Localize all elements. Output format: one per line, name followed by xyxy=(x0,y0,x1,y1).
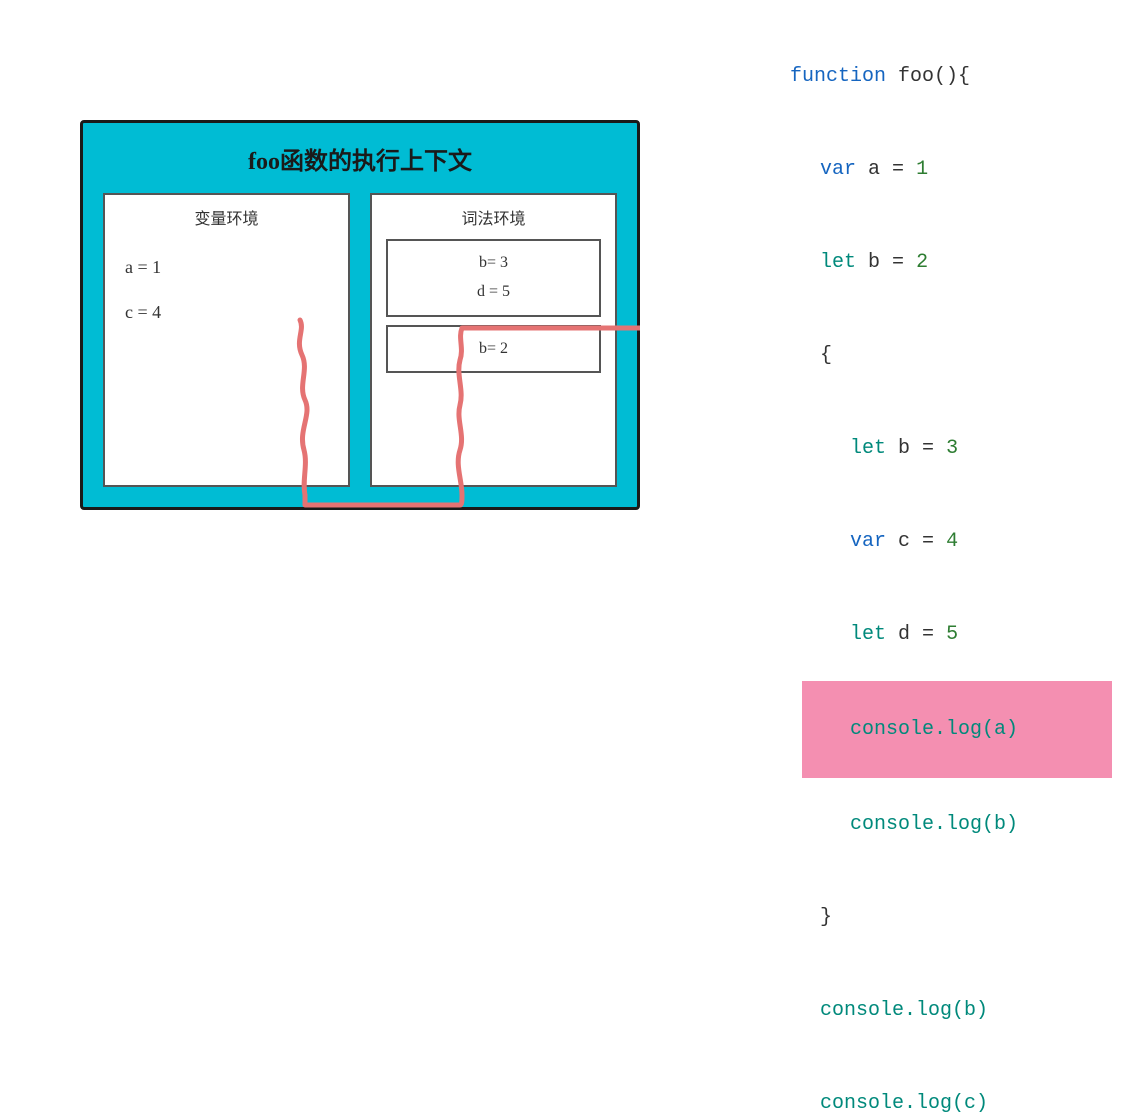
outer-execution-context-box: foo函数的执行上下文 变量环境 a = 1 c = 4 词法环境 b= 3 d… xyxy=(80,120,640,510)
code-line3-num: 2 xyxy=(904,251,928,274)
code-line5-eq: = xyxy=(910,437,934,460)
code-line6-num: 4 xyxy=(934,530,958,553)
lex-b2: b= 2 xyxy=(400,335,587,364)
kw-var2: var xyxy=(850,530,886,553)
lex-d5: d = 5 xyxy=(400,278,587,307)
code-line-11: console.log(b) xyxy=(772,964,1112,1057)
outer-title: foo函数的执行上下文 xyxy=(83,141,637,176)
code-line2-eq: = xyxy=(880,158,904,181)
code-line7-eq: = xyxy=(910,623,934,646)
code-line9-text: console.log(b) xyxy=(850,813,1018,836)
lex-env-label: 词法环境 xyxy=(382,205,605,229)
var-c: c = 4 xyxy=(125,290,161,335)
code-line12-text: console.log(c) xyxy=(820,1092,988,1114)
code-line-8-highlighted: console.log(a) xyxy=(802,681,1112,778)
code-line-9: console.log(b) xyxy=(802,778,1112,871)
var-content: a = 1 c = 4 xyxy=(125,245,161,335)
var-env-label: 变量环境 xyxy=(115,205,338,229)
var-a: a = 1 xyxy=(125,245,161,290)
code-line5-num: 3 xyxy=(934,437,958,460)
kw-let3: let xyxy=(850,623,886,646)
code-line-4: { xyxy=(772,309,1112,402)
code-line11-text: console.log(b) xyxy=(820,999,988,1022)
code-line5-var: b xyxy=(886,437,910,460)
var-env-panel: 变量环境 a = 1 c = 4 xyxy=(103,193,350,487)
code-line-12: console.log(c) xyxy=(772,1057,1112,1114)
code-line6-var: c xyxy=(886,530,910,553)
code-line3-var: b xyxy=(856,251,880,274)
code-line-6: var c = 4 xyxy=(802,495,1112,588)
kw-function: function xyxy=(790,65,886,88)
lex-env-panel: 词法环境 b= 3 d = 5 b= 2 xyxy=(370,193,617,487)
code-line6-eq: = xyxy=(910,530,934,553)
kw-let2: let xyxy=(850,437,886,460)
code-line2-var: a xyxy=(856,158,880,181)
code-line8-text: console.log(a) xyxy=(850,718,1018,741)
code-line-2: var a = 1 xyxy=(772,123,1112,216)
code-line-7: let d = 5 xyxy=(802,588,1112,681)
code-line-5: let b = 3 xyxy=(802,402,1112,495)
code-line7-var: d xyxy=(886,623,910,646)
kw-var: var xyxy=(820,158,856,181)
kw-let1: let xyxy=(820,251,856,274)
lex-b3: b= 3 xyxy=(400,249,587,278)
diagram-area: foo函数的执行上下文 变量环境 a = 1 c = 4 词法环境 b= 3 d… xyxy=(80,120,640,510)
code-line3-eq: = xyxy=(880,251,904,274)
code-line-10: } xyxy=(772,871,1112,964)
open-brace: { xyxy=(820,344,832,367)
code-line-3: let b = 2 xyxy=(772,216,1112,309)
code-line2-num: 1 xyxy=(904,158,928,181)
lex-box-2: b= 2 xyxy=(386,325,601,374)
code-area: function foo(){ var a = 1 let b = 2 { le… xyxy=(742,30,1112,1114)
code-line1-rest: foo(){ xyxy=(886,65,970,88)
lex-box-1: b= 3 d = 5 xyxy=(386,239,601,317)
code-line7-num: 5 xyxy=(934,623,958,646)
close-brace-inner: } xyxy=(820,906,832,929)
inner-panels: 变量环境 a = 1 c = 4 词法环境 b= 3 d = 5 b= 2 xyxy=(103,193,617,487)
code-line-1: function foo(){ xyxy=(742,30,1112,123)
